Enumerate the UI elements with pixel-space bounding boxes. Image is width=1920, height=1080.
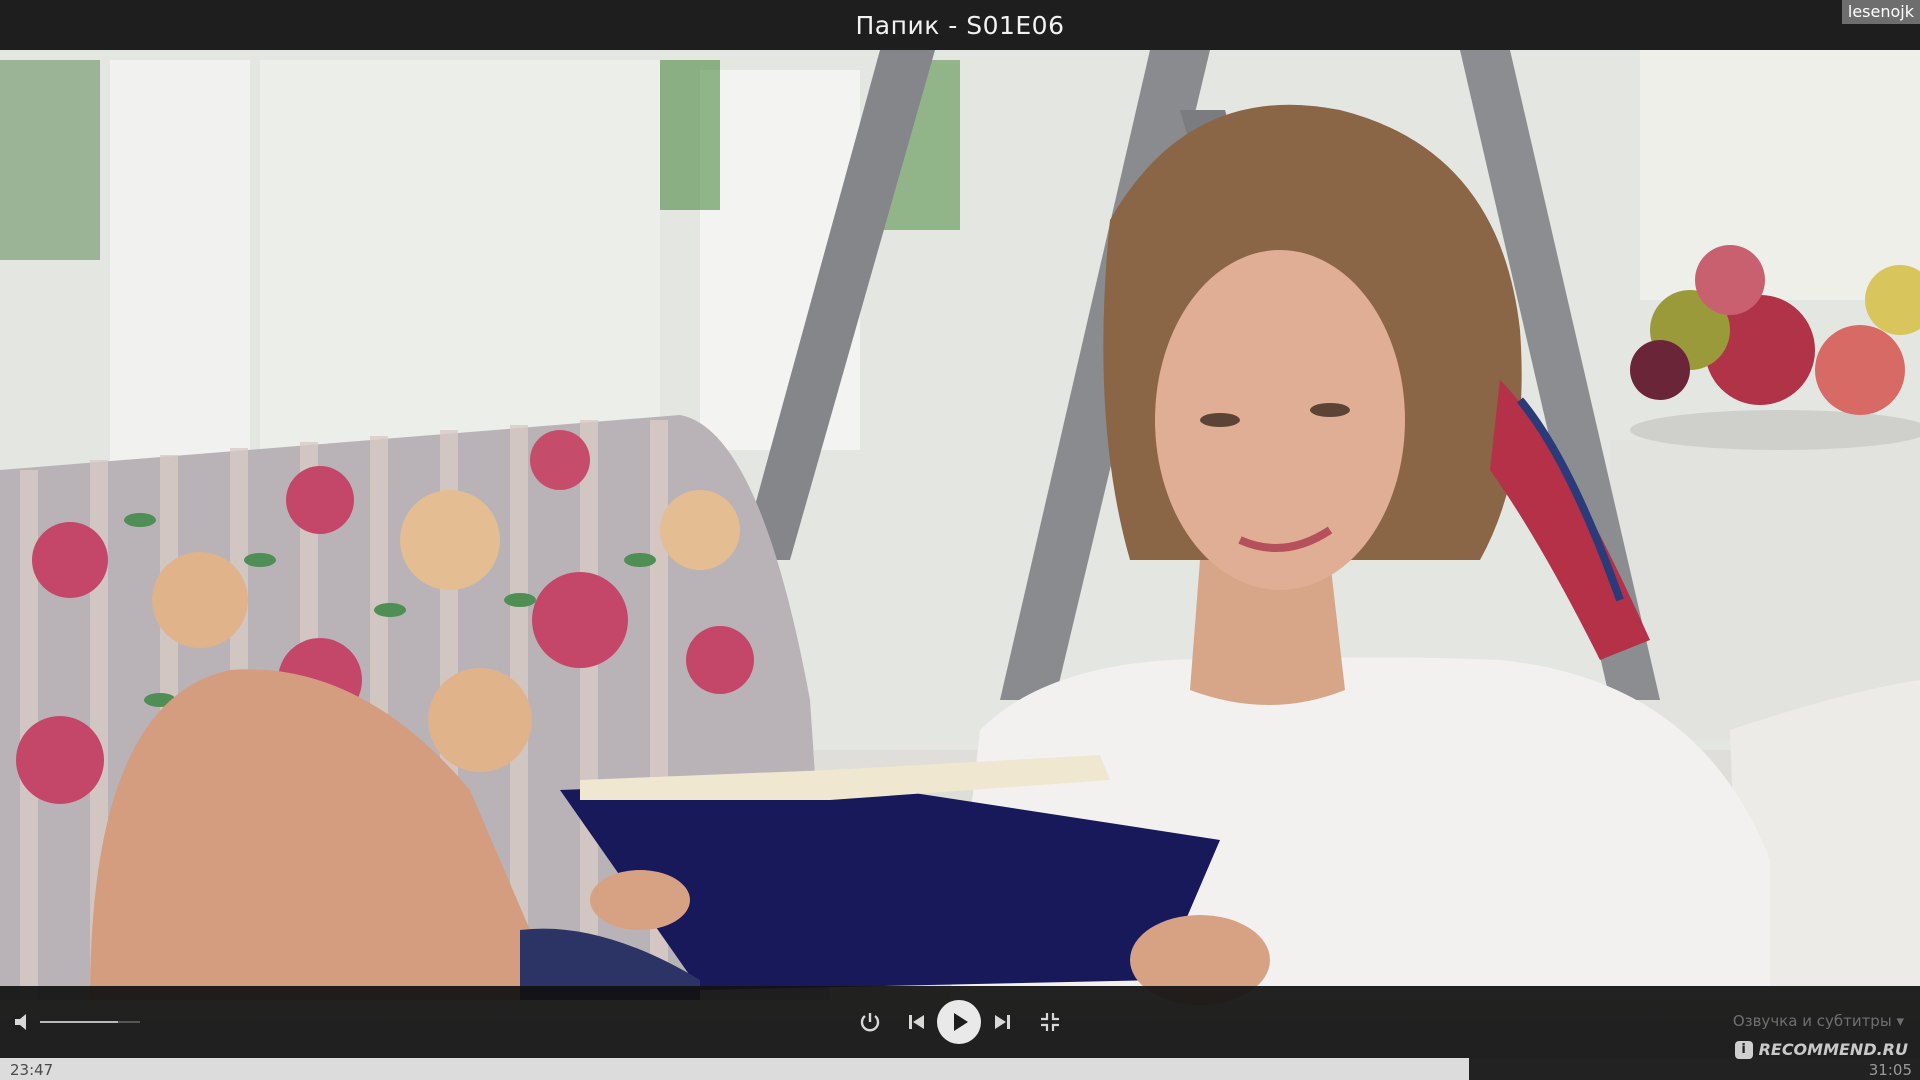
time-total: 31:05	[1868, 1061, 1912, 1079]
volume-slider[interactable]	[40, 1021, 140, 1023]
previous-button[interactable]	[897, 1002, 937, 1042]
video-scene	[0, 50, 1920, 1005]
exit-fullscreen-button[interactable]	[1030, 1002, 1070, 1042]
user-label: lesenojk	[1841, 0, 1920, 24]
progress-fill	[0, 1058, 1469, 1080]
audio-subtitles-select[interactable]: Озвучка и субтитры ▾	[1733, 1012, 1904, 1030]
watermark-text: RECOMMEND.RU	[1758, 1040, 1908, 1059]
volume-level	[40, 1021, 118, 1023]
next-icon	[995, 1015, 1010, 1029]
watermark-badge: i	[1734, 1040, 1753, 1059]
window-title: Папик - S01E06	[855, 10, 1065, 40]
title-bar: Папик - S01E06 lesenojk	[0, 0, 1920, 50]
volume-icon[interactable]	[14, 1012, 36, 1032]
play-icon	[954, 1013, 968, 1031]
play-button[interactable]	[937, 1000, 981, 1044]
time-elapsed: 23:47	[10, 1061, 54, 1079]
chevron-down-icon: ▾	[1896, 1012, 1904, 1030]
power-icon	[860, 1013, 880, 1032]
progress-bar[interactable]: 23:47 31:05	[0, 1058, 1920, 1080]
exit-fullscreen-icon	[1041, 1013, 1059, 1031]
next-button[interactable]	[982, 1002, 1022, 1042]
watermark: i RECOMMEND.RU	[1734, 1040, 1908, 1059]
video-player[interactable]: Папик - S01E06 lesenojk Озвучка и субтит…	[0, 0, 1920, 1080]
audio-subtitles-label: Озвучка и субтитры	[1732, 1012, 1892, 1030]
video-frame[interactable]	[0, 0, 1920, 1080]
controls-bar: Озвучка и субтитры ▾	[0, 986, 1920, 1058]
power-button[interactable]	[850, 1002, 890, 1042]
previous-icon	[909, 1015, 924, 1029]
